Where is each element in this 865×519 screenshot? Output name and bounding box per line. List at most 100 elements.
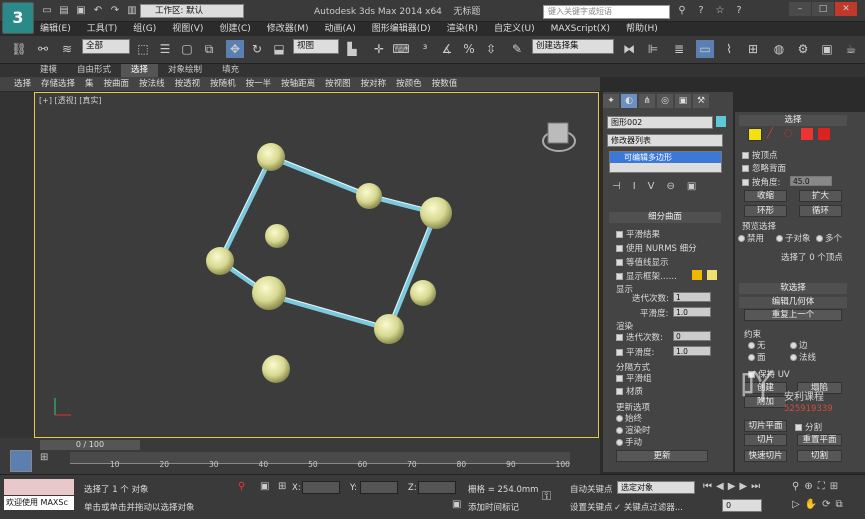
- mirror-icon[interactable]: ⧓: [620, 40, 638, 58]
- pan-icon[interactable]: ✋: [805, 499, 817, 510]
- key-filter-selection-dropdown[interactable]: 选定对象: [617, 481, 695, 494]
- next-frame-icon[interactable]: ▶: [739, 481, 747, 492]
- menu-customize[interactable]: 自定义(U): [494, 22, 535, 36]
- motion-tab-icon[interactable]: ◎: [657, 94, 673, 108]
- menu-tools[interactable]: 工具(T): [87, 22, 118, 36]
- by-vertex-checkbox[interactable]: 按顶点: [742, 149, 778, 161]
- utilities-tab-icon[interactable]: ⚒: [693, 94, 709, 108]
- reference-coord-dropdown[interactable]: 视图: [293, 39, 339, 54]
- select-manipulate-icon[interactable]: ✛: [370, 40, 388, 58]
- sphere[interactable]: [374, 314, 404, 344]
- update-button[interactable]: 更新: [616, 450, 708, 462]
- constraint-face-radio[interactable]: 面: [748, 351, 766, 363]
- rotate-icon[interactable]: ↻: [248, 40, 266, 58]
- modify-tab-icon[interactable]: ◐: [621, 94, 637, 108]
- edit-named-sets-icon[interactable]: ✎: [508, 40, 526, 58]
- multi-radio[interactable]: 多个: [816, 232, 842, 244]
- sphere[interactable]: [262, 355, 290, 383]
- undo-icon[interactable]: ↶: [91, 4, 105, 18]
- key-icon[interactable]: ⚿: [542, 489, 551, 504]
- modifier-list-dropdown[interactable]: 修改器列表: [607, 134, 723, 147]
- edit-geometry-title[interactable]: 编辑几何体: [739, 297, 847, 308]
- tab-freeform[interactable]: 自由形式: [67, 64, 121, 77]
- render-teapot-icon[interactable]: ☕: [842, 40, 860, 58]
- menu-animation[interactable]: 动画(A): [325, 22, 356, 36]
- menu-group[interactable]: 组(G): [133, 22, 156, 36]
- preserve-uv-checkbox[interactable]: 保持 UV: [748, 368, 790, 380]
- snaps-toggle-icon[interactable]: ³: [416, 40, 434, 58]
- by-angle-checkbox[interactable]: 按角度:: [742, 176, 780, 188]
- y-coordinate-field[interactable]: [360, 481, 398, 494]
- redo-icon[interactable]: ↷: [108, 4, 122, 18]
- menu-graph-editors[interactable]: 图形编辑器(D): [372, 22, 431, 36]
- track-bar-toggle-icon[interactable]: ⊞: [40, 452, 56, 468]
- tab-object-paint[interactable]: 对象绘制: [158, 64, 212, 77]
- menu-maxscript[interactable]: MAXScript(X): [551, 22, 610, 36]
- select-by-name-icon[interactable]: ☰: [156, 40, 174, 58]
- set-key-button[interactable]: 设置关键点: [570, 501, 613, 513]
- maximize-icon[interactable]: □: [812, 2, 834, 16]
- perspective-viewport[interactable]: [+] [透视] [真实]: [34, 92, 599, 438]
- stack-tools-icon[interactable]: ⊣ⅠⅤ⊖▣: [612, 181, 708, 192]
- sphere[interactable]: [252, 276, 286, 310]
- smooth-groups-checkbox[interactable]: 平滑组: [616, 372, 652, 384]
- constraint-edge-radio[interactable]: 边: [790, 339, 808, 351]
- material-editor-icon[interactable]: ◍: [770, 40, 788, 58]
- when-rendering-radio[interactable]: 渲染时: [616, 424, 651, 436]
- open-file-icon[interactable]: ▤: [57, 4, 71, 18]
- ribbon-by-perspective[interactable]: 按透视: [175, 77, 201, 91]
- zoom-icon[interactable]: ⚲: [792, 481, 799, 492]
- ribbon-by-symmetry[interactable]: 按对称: [361, 77, 387, 91]
- app-logo[interactable]: 3: [2, 2, 34, 34]
- zoom-extents-icon[interactable]: ⛶: [818, 481, 825, 492]
- menu-help[interactable]: 帮助(H): [626, 22, 658, 36]
- window-crossing-icon[interactable]: ⧉: [200, 40, 218, 58]
- minimize-icon[interactable]: –: [789, 2, 811, 16]
- subdivision-surface-title[interactable]: 细分曲面: [609, 212, 721, 223]
- render-smoothness-spinner[interactable]: 1.0: [673, 346, 711, 356]
- save-icon[interactable]: ▣: [74, 4, 88, 18]
- align-icon[interactable]: ⊫: [644, 40, 662, 58]
- reset-plane-button[interactable]: 重置平面: [797, 434, 842, 446]
- current-frame-field[interactable]: 0: [722, 499, 762, 512]
- menu-create[interactable]: 创建(C): [219, 22, 250, 36]
- show-cage-checkbox[interactable]: 显示框架……: [616, 270, 677, 282]
- maximize-viewport-icon[interactable]: ⧉: [836, 499, 843, 510]
- ribbon-toggle-icon[interactable]: ▭: [696, 40, 714, 58]
- sphere[interactable]: [257, 143, 285, 171]
- collapse-button[interactable]: 塌陷: [797, 382, 842, 394]
- project-icon[interactable]: ▥: [125, 4, 139, 18]
- object-name-field[interactable]: 图形002: [607, 116, 713, 129]
- binoculars-icon[interactable]: ⚲: [675, 4, 689, 18]
- curve-editor-icon[interactable]: ⌇: [720, 40, 738, 58]
- smooth-result-checkbox[interactable]: 平滑结果: [616, 228, 660, 240]
- named-selection-sets-dropdown[interactable]: 创建选择集: [532, 39, 614, 54]
- repeat-last-button[interactable]: 重复上一个: [744, 309, 842, 321]
- smoothness-spinner[interactable]: 1.0: [673, 307, 711, 317]
- ribbon-by-numeric[interactable]: 按数值: [432, 77, 458, 91]
- go-to-start-icon[interactable]: ⏮: [703, 481, 712, 492]
- display-tab-icon[interactable]: ▣: [675, 94, 691, 108]
- slice-plane-button[interactable]: 切片平面: [744, 420, 787, 432]
- attach-button[interactable]: 附加: [744, 396, 787, 408]
- cage-color-2[interactable]: [707, 270, 717, 280]
- pin-icon[interactable]: ⚲: [238, 481, 245, 492]
- viewcube[interactable]: [542, 122, 576, 152]
- cage-color-1[interactable]: [692, 270, 702, 280]
- play-icon[interactable]: ▶: [728, 481, 736, 492]
- quickslice-button[interactable]: 快速切片: [744, 450, 787, 462]
- ribbon-by-random[interactable]: 按随机: [210, 77, 236, 91]
- auto-key-button[interactable]: 自动关键点: [570, 483, 613, 495]
- favorites-icon[interactable]: ☆: [713, 4, 727, 18]
- ribbon-select[interactable]: 选择: [14, 77, 31, 91]
- menu-views[interactable]: 视图(V): [172, 22, 203, 36]
- angle-spinner[interactable]: 45.0: [790, 176, 832, 186]
- orbit-icon[interactable]: ⟳: [822, 499, 830, 510]
- subobject-radio[interactable]: 子对象: [776, 232, 811, 244]
- selection-rollout-title[interactable]: 选择: [739, 115, 847, 126]
- tab-modeling[interactable]: 建模: [30, 64, 67, 77]
- object-color-swatch[interactable]: [716, 116, 726, 127]
- ribbon-by-normal[interactable]: 按法线: [139, 77, 165, 91]
- menu-rendering[interactable]: 渲染(R): [447, 22, 478, 36]
- use-nurms-checkbox[interactable]: 使用 NURMS 细分: [616, 242, 697, 254]
